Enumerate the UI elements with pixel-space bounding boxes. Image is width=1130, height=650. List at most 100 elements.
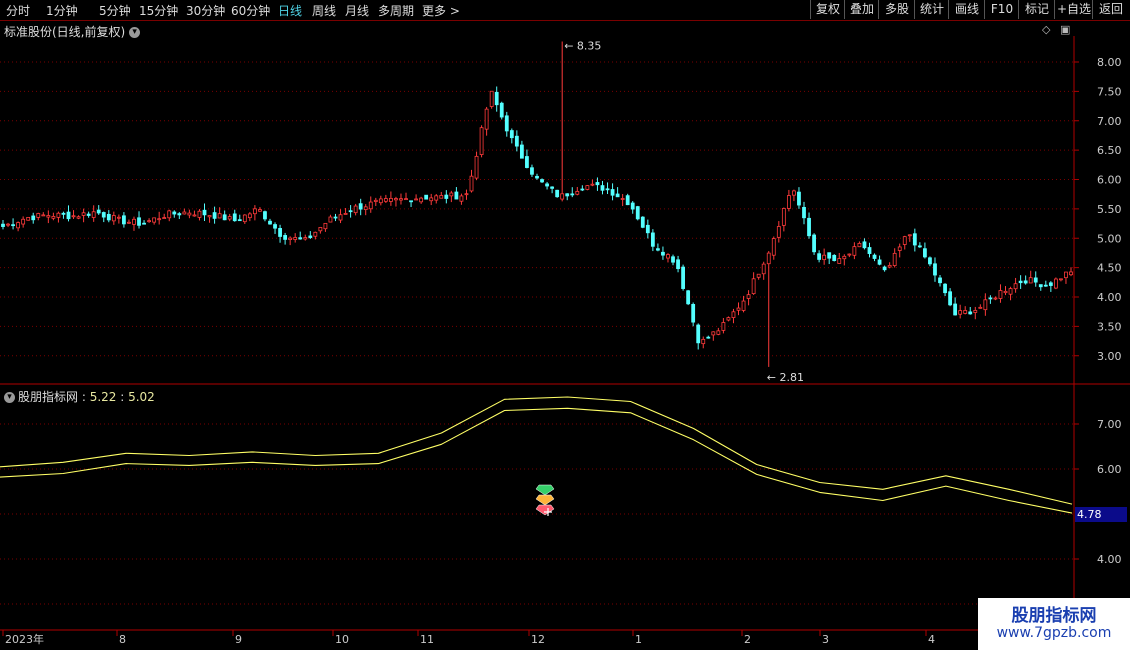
candle-body bbox=[933, 263, 937, 276]
candle-body bbox=[907, 234, 912, 237]
candle-body bbox=[247, 213, 252, 219]
candle-body bbox=[570, 193, 575, 196]
candle-body bbox=[943, 283, 947, 294]
candle-body bbox=[116, 216, 121, 219]
price-tick-label: 6.00 bbox=[1097, 174, 1122, 187]
candle-body bbox=[91, 211, 96, 218]
candle-body bbox=[172, 211, 177, 215]
candle-body bbox=[152, 217, 157, 223]
candle-body bbox=[766, 252, 771, 265]
candle-body bbox=[555, 189, 560, 198]
candle-body bbox=[439, 195, 444, 199]
candle-body bbox=[605, 188, 610, 191]
signal-gem-icon bbox=[535, 494, 555, 506]
candle-body bbox=[76, 216, 81, 219]
price-tick-label: 4.00 bbox=[1097, 291, 1122, 304]
chart-canvas[interactable]: 8.00 7.50 7.00 6.50 6.00 5.50 5.00 4.50 4.00 3.50… bbox=[0, 0, 1130, 650]
candle-body bbox=[424, 194, 429, 200]
candle-body bbox=[217, 213, 222, 219]
candle-body bbox=[494, 91, 499, 106]
candle-body bbox=[832, 254, 837, 261]
candle-body bbox=[1033, 277, 1038, 283]
candle-body bbox=[127, 221, 131, 224]
date-label: 2 bbox=[744, 633, 751, 646]
candle-body bbox=[96, 209, 101, 214]
candle-body bbox=[842, 255, 847, 260]
candle-body bbox=[61, 212, 66, 215]
candle-body bbox=[892, 252, 897, 266]
indicator-name: 股朋指标网 bbox=[18, 390, 79, 404]
candle-body bbox=[227, 216, 232, 220]
candle-body bbox=[328, 216, 333, 223]
candle-body bbox=[192, 214, 197, 217]
candle-body bbox=[86, 213, 91, 216]
candle-body bbox=[625, 195, 630, 206]
candle-body bbox=[419, 197, 424, 203]
candle-body bbox=[399, 198, 403, 201]
candle-body bbox=[771, 238, 776, 256]
candle-body bbox=[1053, 278, 1058, 289]
candle-body bbox=[197, 210, 202, 218]
candle-body bbox=[504, 115, 509, 132]
candle-body bbox=[167, 210, 172, 219]
candle-body bbox=[540, 179, 544, 183]
candle-body bbox=[182, 211, 187, 215]
dropdown-circle-icon[interactable]: ▾ bbox=[129, 27, 141, 38]
candle-body bbox=[383, 198, 388, 202]
candle-body bbox=[308, 235, 313, 238]
candle-body bbox=[212, 212, 217, 219]
candle-body bbox=[81, 212, 86, 216]
candle-body bbox=[263, 211, 267, 220]
candle-body bbox=[656, 248, 660, 251]
candle-body bbox=[6, 223, 10, 226]
candle-body bbox=[56, 212, 61, 218]
candle-body bbox=[469, 175, 474, 192]
candle-body bbox=[1028, 277, 1033, 284]
candle-body bbox=[348, 210, 353, 213]
candle-body bbox=[278, 228, 282, 237]
candle-body bbox=[489, 90, 494, 107]
candle-body bbox=[202, 209, 207, 216]
candle-body bbox=[373, 199, 378, 202]
candle-body bbox=[530, 167, 534, 175]
candle-body bbox=[736, 307, 741, 311]
site-watermark: 股朋指标网 www.7gpzb.com bbox=[978, 598, 1130, 650]
candle-body bbox=[207, 215, 212, 218]
candle-body bbox=[545, 183, 549, 187]
main-chart-title: 标准股份(日线,前复权) ▾ bbox=[4, 23, 141, 40]
candle-body bbox=[1043, 284, 1048, 287]
candle-body bbox=[857, 242, 862, 248]
candle-body bbox=[696, 324, 701, 344]
candle-body bbox=[162, 217, 167, 219]
diamond-icon[interactable]: ◇ bbox=[1042, 23, 1050, 36]
price-tick-label: 6.50 bbox=[1097, 144, 1122, 157]
candle-body bbox=[1008, 288, 1013, 295]
candle-body bbox=[983, 299, 988, 311]
candle-body bbox=[681, 266, 685, 289]
candle-body bbox=[252, 208, 257, 215]
panel-toggle-icon[interactable]: ▣ bbox=[1060, 23, 1070, 36]
candle-body bbox=[313, 231, 318, 237]
candle-body bbox=[41, 214, 46, 217]
candle-body bbox=[122, 215, 126, 225]
candle-body bbox=[187, 212, 192, 216]
candle-body bbox=[807, 217, 811, 237]
candle-body bbox=[318, 227, 323, 232]
date-label: 8 bbox=[119, 633, 126, 646]
price-tick-label: 4.50 bbox=[1097, 262, 1122, 275]
date-label: 1 bbox=[635, 633, 642, 646]
candle-body bbox=[852, 246, 857, 256]
candle-body bbox=[963, 310, 968, 314]
candle-body bbox=[640, 216, 645, 228]
candle-body bbox=[303, 237, 308, 240]
candle-body bbox=[147, 220, 151, 223]
date-label: 11 bbox=[420, 633, 434, 646]
candle-body bbox=[237, 219, 242, 222]
candle-body bbox=[404, 198, 408, 201]
candle-body bbox=[509, 130, 514, 139]
candle-body bbox=[781, 208, 786, 226]
candle-body bbox=[394, 198, 398, 201]
indicator-menu-icon[interactable]: ▾ bbox=[4, 392, 15, 403]
candle-body bbox=[928, 257, 932, 265]
candle-body bbox=[912, 233, 917, 246]
